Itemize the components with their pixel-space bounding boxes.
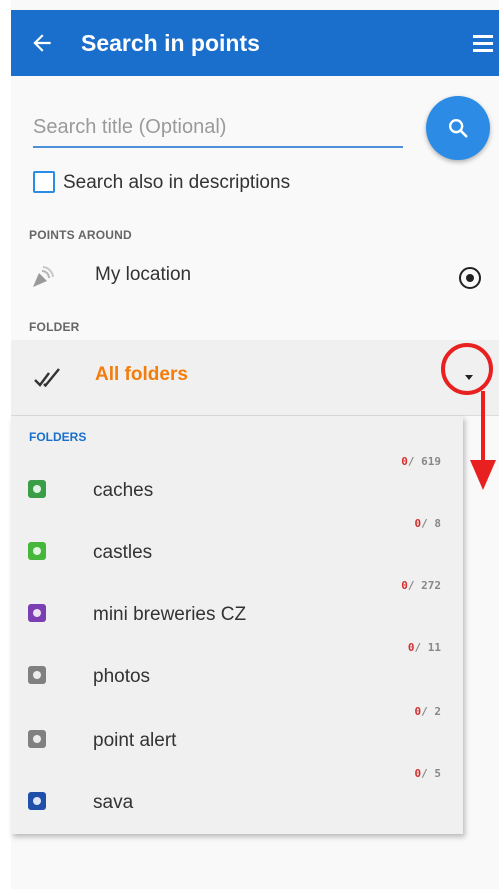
folder-count: 0/ 619 [401, 455, 441, 468]
folders-dropdown: FOLDERS caches 0/ 619 castles 0/ 8 mini … [11, 416, 463, 834]
double-check-icon [34, 368, 60, 388]
search-descriptions-label: Search also in descriptions [63, 172, 291, 193]
folders-header: FOLDERS [29, 430, 87, 444]
annotation-circle [441, 343, 493, 395]
photos-icon [28, 666, 46, 684]
my-location-radio[interactable] [459, 267, 481, 289]
folder-selector[interactable]: All folders [11, 340, 499, 416]
sava-icon [28, 792, 46, 810]
annotation-arrow-head [470, 460, 496, 490]
search-descriptions-checkbox[interactable] [33, 171, 55, 193]
folder-count: 0/ 272 [401, 579, 441, 592]
folder-count: 0/ 11 [407, 641, 441, 654]
my-location-label[interactable]: My location [95, 264, 191, 286]
page-title: Search in points [81, 30, 260, 56]
search-icon [449, 119, 468, 138]
all-folders-label: All folders [95, 364, 188, 385]
folder-section-label: FOLDER [29, 320, 80, 334]
folder-name: sava [93, 792, 134, 813]
folder-count: 0/ 2 [414, 705, 442, 718]
caches-icon [28, 480, 46, 498]
search-in-points-screen: Search in points Search also in descript… [11, 0, 499, 889]
folder-name: castles [93, 542, 153, 563]
folder-item-mini-breweries[interactable]: mini breweries CZ 0/ 272 [11, 574, 463, 636]
folder-item-photos[interactable]: photos 0/ 11 [11, 636, 463, 698]
points-around-section-label: POINTS AROUND [29, 228, 132, 242]
castles-icon [28, 542, 46, 560]
folder-count: 0/ 5 [414, 767, 442, 780]
folder-name: caches [93, 480, 154, 501]
folder-name: photos [93, 666, 151, 687]
breweries-icon [28, 604, 46, 622]
folder-name: mini breweries CZ [93, 604, 247, 625]
app-bar: Search in points [11, 10, 499, 76]
location-signal-icon [33, 266, 54, 287]
folder-name: point alert [93, 730, 177, 751]
folder-item-sava[interactable]: sava 0/ 5 [11, 762, 463, 824]
folder-item-castles[interactable]: castles 0/ 8 [11, 512, 463, 574]
annotation-arrow-line [481, 391, 485, 467]
menu-icon[interactable] [471, 32, 495, 54]
folder-item-point-alert[interactable]: point alert 0/ 2 [11, 700, 463, 762]
back-arrow-icon[interactable] [29, 30, 55, 56]
folder-count: 0/ 8 [414, 517, 442, 530]
search-title-input[interactable] [33, 108, 403, 148]
folder-item-caches[interactable]: caches 0/ 619 [11, 450, 463, 512]
alert-icon [28, 730, 46, 748]
search-button[interactable] [426, 96, 490, 160]
